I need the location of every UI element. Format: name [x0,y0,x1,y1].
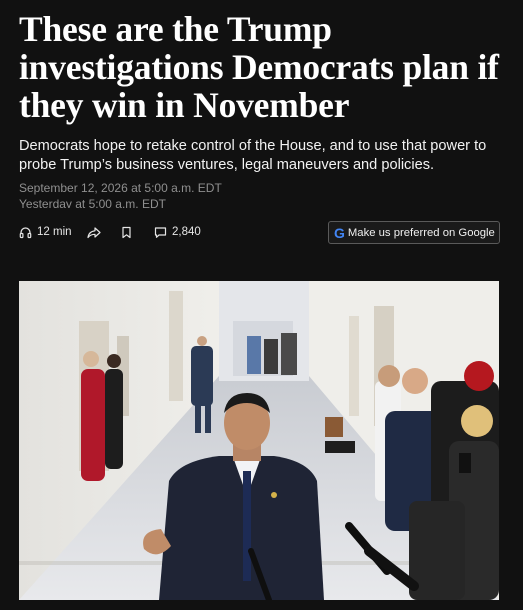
comment-icon [154,226,167,239]
comments-button[interactable]: 2,840 [154,221,201,243]
publish-date: September 12, 2026 at 5:00 a.m. EDT [19,181,222,195]
read-time: 12 min [37,226,72,238]
lead-photo-illustration [19,281,499,600]
headphones-icon [19,226,32,239]
updated-date: Yesterday at 5:00 a.m. EDT [19,197,166,208]
lead-photo [19,281,499,600]
share-icon [87,226,101,239]
comment-count: 2,840 [172,226,201,238]
listen-button[interactable]: 12 min [19,221,72,243]
google-preferred-label: Make us preferred on Google [347,226,495,239]
article-dek: Democrats hope to retake control of the … [19,138,487,173]
article: These are the Trump investigations Democ… [0,0,523,610]
bookmark-icon [121,226,132,239]
google-preferred-button[interactable]: G Make us preferred on Google [328,221,500,244]
share-button[interactable] [87,221,101,243]
article-toolbar: 12 min 2,840 G Make us preferred on Goog… [19,221,501,245]
google-logo-icon: G [334,224,345,241]
photo-caption-strip [19,603,499,610]
bookmark-button[interactable] [121,221,132,243]
headline: These are the Trump investigations Democ… [19,9,499,125]
